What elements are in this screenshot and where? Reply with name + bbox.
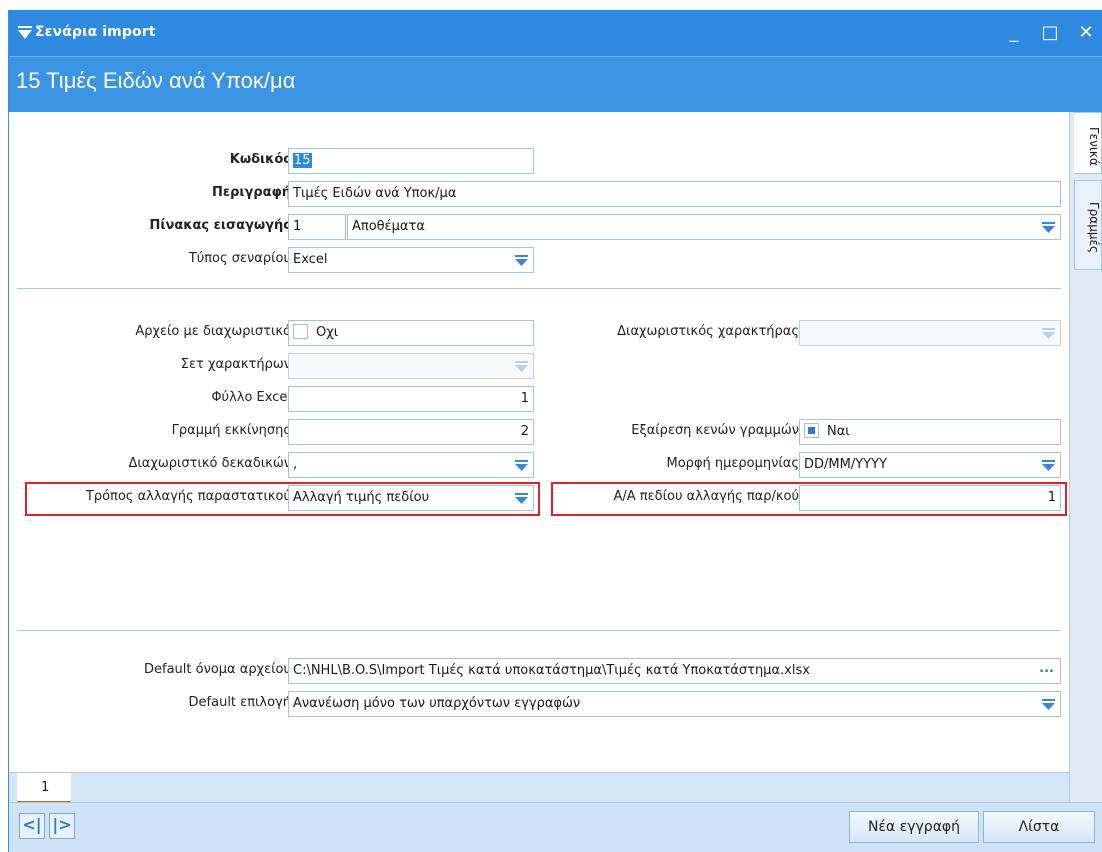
- record-title: 15 Τιμές Ειδών ανά Υποκ/μα: [16, 68, 296, 93]
- delimiter-char-select[interactable]: [799, 320, 1061, 346]
- page-tab-1[interactable]: 1: [17, 773, 71, 803]
- minimize-button[interactable]: _: [999, 18, 1029, 48]
- scenario-type-label: Τύπος σεναρίου: [188, 251, 291, 266]
- excel-sheet-label: Φύλλο Excel: [211, 390, 291, 405]
- dropdown-arrow-icon[interactable]: [1041, 220, 1056, 235]
- import-table-code-field[interactable]: 1: [288, 214, 346, 240]
- import-table-value: Αποθέματα: [352, 219, 425, 234]
- default-filename-value: C:\NHL\B.O.S\Import Τιμές κατά υποκατάστ…: [293, 663, 810, 678]
- browse-icon[interactable]: ...: [1039, 659, 1054, 681]
- side-tabs: Γενικά Γραμμές: [1069, 112, 1102, 802]
- window-title: Σενάρια import: [35, 24, 156, 40]
- default-filename-label: Default όνομα αρχείου: [143, 662, 291, 677]
- import-table-label: Πίνακας εισαγωγής: [149, 218, 291, 233]
- default-option-value: Ανανέωση μόνο των υπαρχόντων εγγραφών: [293, 696, 581, 711]
- doc-change-mode-value: Αλλαγή τιμής πεδίου: [293, 490, 430, 505]
- delimited-file-label: Αρχείο με διαχωριστικό: [135, 324, 291, 339]
- skip-empty-rows-label: Εξαίρεση κενών γραμμών: [631, 423, 799, 438]
- decimal-sep-label: Διαχωριστικό δεκαδικών: [128, 456, 292, 471]
- default-filename-field[interactable]: C:\NHL\B.O.S\Import Τιμές κατά υποκατάστ…: [288, 658, 1061, 684]
- code-field[interactable]: 15: [288, 148, 534, 174]
- maximize-button[interactable]: □: [1035, 18, 1065, 48]
- delimited-file-checkbox[interactable]: Οχι: [288, 320, 534, 346]
- dropdown-arrow-icon[interactable]: [1041, 458, 1056, 473]
- decimal-sep-select[interactable]: ,: [288, 452, 534, 478]
- tab-lines[interactable]: Γραμμές: [1074, 180, 1102, 270]
- next-record-button[interactable]: |>: [49, 813, 75, 839]
- description-field[interactable]: Τιμές Ειδών ανά Υποκ/μα: [288, 181, 1061, 207]
- page-tabs: 1: [9, 772, 1069, 803]
- default-option-label: Default επιλογή: [188, 695, 291, 710]
- section-divider: [17, 630, 1061, 631]
- decimal-sep-value: ,: [293, 457, 298, 472]
- scenario-type-select[interactable]: Excel: [288, 247, 534, 273]
- date-format-value: DD/MM/YYYY: [804, 457, 887, 472]
- charset-select[interactable]: [288, 353, 534, 379]
- list-button[interactable]: Λίστα: [983, 811, 1095, 843]
- form-general: Κωδικός 15 Περιγραφή Τιμές Ειδών ανά Υπο…: [9, 112, 1069, 772]
- doc-change-field-input[interactable]: 1: [799, 485, 1061, 511]
- checkbox-icon[interactable]: [293, 323, 308, 339]
- new-record-button[interactable]: Νέα εγγραφή: [849, 811, 979, 843]
- import-table-select[interactable]: Αποθέματα: [347, 214, 1061, 240]
- start-row-field[interactable]: 2: [288, 419, 534, 445]
- doc-change-mode-select[interactable]: Αλλαγή τιμής πεδίου: [288, 485, 534, 511]
- doc-change-mode-label: Τρόπος αλλαγής παραστατικού: [85, 489, 291, 504]
- code-label: Κωδικός: [229, 152, 291, 167]
- dropdown-arrow-icon[interactable]: [1041, 697, 1056, 712]
- charset-label: Σετ χαρακτήρων: [180, 357, 291, 372]
- excel-sheet-field[interactable]: 1: [288, 386, 534, 412]
- code-value: 15: [293, 153, 312, 168]
- dropdown-arrow-icon[interactable]: [514, 253, 529, 268]
- start-row-label: Γραμμή εκκίνησης: [171, 423, 291, 438]
- date-format-label: Μορφή ημερομηνίας: [666, 456, 799, 471]
- delimiter-char-label: Διαχωριστικός χαρακτήρας: [617, 324, 799, 339]
- window-menu-icon[interactable]: [17, 25, 33, 41]
- date-format-select[interactable]: DD/MM/YYYY: [799, 452, 1061, 478]
- doc-change-field-label: Α/Α πεδίου αλλαγής παρ/κού: [613, 489, 800, 504]
- skip-empty-rows-value: Ναι: [827, 424, 850, 439]
- checkbox-checked-icon[interactable]: [804, 422, 819, 438]
- dropdown-arrow-icon[interactable]: [514, 458, 529, 473]
- skip-empty-rows-checkbox[interactable]: Ναι: [799, 419, 1061, 445]
- section-divider: [17, 288, 1061, 289]
- description-label: Περιγραφή: [211, 185, 291, 200]
- import-scenarios-window: Σενάρια import _ □ ✕ 15 Τιμές Ειδών ανά …: [8, 10, 1102, 852]
- default-option-select[interactable]: Ανανέωση μόνο των υπαρχόντων εγγραφών: [288, 691, 1061, 717]
- dropdown-arrow-icon[interactable]: [514, 359, 529, 374]
- previous-record-button[interactable]: <|: [19, 813, 45, 839]
- dropdown-arrow-icon[interactable]: [1041, 326, 1056, 341]
- delimited-file-value: Οχι: [316, 325, 339, 340]
- tab-general[interactable]: Γενικά: [1074, 112, 1102, 174]
- scenario-type-value: Excel: [293, 252, 328, 267]
- close-button[interactable]: ✕: [1071, 18, 1101, 48]
- dropdown-arrow-icon[interactable]: [514, 491, 529, 506]
- title-bar: Σενάρια import _ □ ✕: [9, 10, 1102, 56]
- record-header: 15 Τιμές Ειδών ανά Υποκ/μα: [9, 56, 1102, 112]
- footer-bar: <| |> Νέα εγγραφή Λίστα: [9, 802, 1102, 852]
